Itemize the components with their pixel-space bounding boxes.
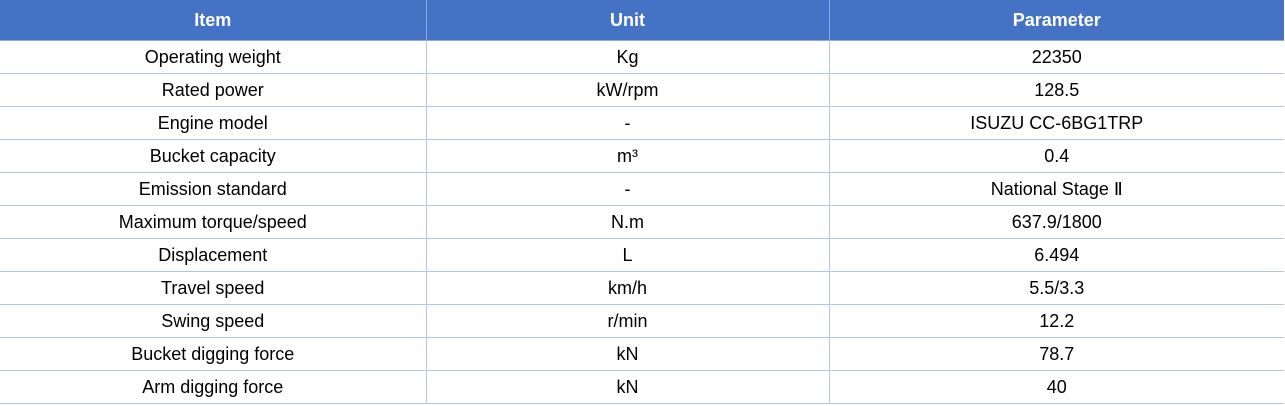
- table-row: Rated power kW/rpm 128.5: [0, 73, 1284, 107]
- table-row: Bucket capacity m³ 0.4: [0, 139, 1284, 173]
- header-row: Item Unit Parameter: [0, 0, 1284, 41]
- cell-parameter: 12.2: [829, 304, 1284, 338]
- cell-parameter: 6.494: [829, 238, 1284, 272]
- cell-item: Rated power: [0, 73, 427, 107]
- cell-item: Bucket digging force: [0, 337, 427, 371]
- table-row: Maximum torque/speed N.m 637.9/1800: [0, 205, 1284, 239]
- cell-unit: Kg: [426, 40, 830, 74]
- cell-parameter: ISUZU CC-6BG1TRP: [829, 106, 1284, 140]
- cell-unit: r/min: [426, 304, 830, 338]
- cell-item: Emission standard: [0, 172, 427, 206]
- cell-item: Engine model: [0, 106, 427, 140]
- cell-item: Travel speed: [0, 271, 427, 305]
- cell-unit: km/h: [426, 271, 830, 305]
- cell-unit: N.m: [426, 205, 830, 239]
- cell-unit: kN: [426, 337, 830, 371]
- table-row: Operating weight Kg 22350: [0, 40, 1284, 74]
- cell-unit: -: [426, 106, 830, 140]
- cell-parameter: 22350: [829, 40, 1284, 74]
- cell-item: Operating weight: [0, 40, 427, 74]
- cell-unit: kN: [426, 370, 830, 404]
- cell-unit: m³: [426, 139, 830, 173]
- table-row: Bucket digging force kN 78.7: [0, 337, 1284, 371]
- cell-item: Arm digging force: [0, 370, 427, 404]
- cell-unit: kW/rpm: [426, 73, 830, 107]
- table-row: Emission standard - National Stage Ⅱ: [0, 172, 1284, 206]
- cell-unit: -: [426, 172, 830, 206]
- table-row: Travel speed km/h 5.5/3.3: [0, 271, 1284, 305]
- spec-table: Item Unit Parameter Operating weight Kg …: [0, 0, 1284, 404]
- table-row: Engine model - ISUZU CC-6BG1TRP: [0, 106, 1284, 140]
- table-row: Swing speed r/min 12.2: [0, 304, 1284, 338]
- header-unit: Unit: [426, 0, 830, 41]
- table-row: Arm digging force kN 40: [0, 370, 1284, 404]
- cell-parameter: 78.7: [829, 337, 1284, 371]
- header-item: Item: [0, 0, 427, 41]
- cell-parameter: 5.5/3.3: [829, 271, 1284, 305]
- table-row: Displacement L 6.494: [0, 238, 1284, 272]
- cell-parameter: 128.5: [829, 73, 1284, 107]
- header-parameter: Parameter: [829, 0, 1284, 41]
- cell-item: Swing speed: [0, 304, 427, 338]
- cell-parameter: 0.4: [829, 139, 1284, 173]
- cell-item: Displacement: [0, 238, 427, 272]
- cell-item: Maximum torque/speed: [0, 205, 427, 239]
- cell-parameter: 637.9/1800: [829, 205, 1284, 239]
- cell-parameter: 40: [829, 370, 1284, 404]
- cell-item: Bucket capacity: [0, 139, 427, 173]
- cell-unit: L: [426, 238, 830, 272]
- cell-parameter: National Stage Ⅱ: [829, 172, 1284, 206]
